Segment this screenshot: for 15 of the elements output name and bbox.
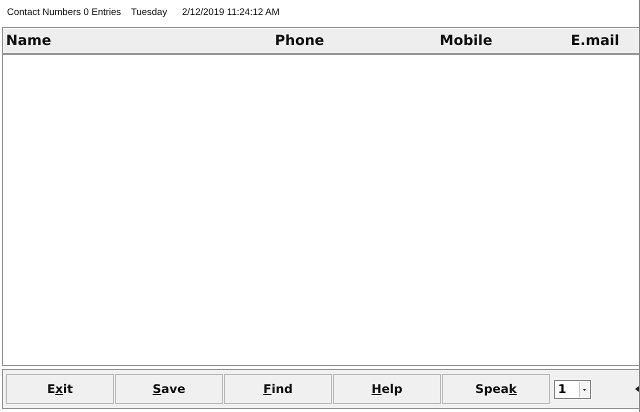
column-header[interactable]: Phone: [218, 33, 381, 49]
day-label: Tuesday: [131, 6, 168, 18]
toolbar-button[interactable]: Find: [224, 374, 332, 404]
column-header[interactable]: Mobile: [381, 33, 551, 49]
column-header[interactable]: Name: [3, 33, 218, 49]
column-header[interactable]: E.mail: [551, 33, 639, 49]
select-value: 1: [557, 382, 566, 396]
toolbar-button[interactable]: Exit: [6, 374, 114, 404]
arrow-icon[interactable]: [635, 386, 639, 392]
voice-select[interactable]: 1: [554, 380, 591, 398]
toolbar-button[interactable]: Speak: [442, 374, 550, 404]
toolbar-button[interactable]: Save: [115, 374, 223, 404]
toolbar-button[interactable]: Help: [333, 374, 441, 404]
datetime-label: 2/12/2019 11:24:12 AM: [182, 6, 281, 18]
window-title: Contact Numbers 0 Entries: [7, 6, 122, 18]
